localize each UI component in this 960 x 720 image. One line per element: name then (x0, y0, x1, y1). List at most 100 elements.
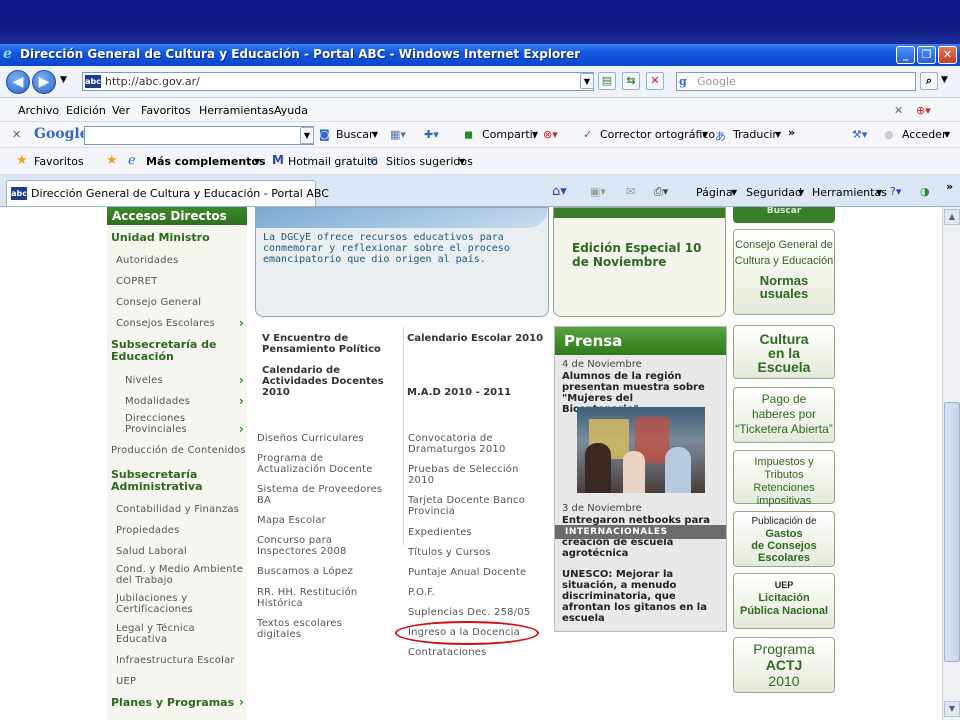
menu-herramientas[interactable]: Herramientas (199, 104, 274, 117)
home-icon[interactable]: ⌂▾ (552, 184, 567, 199)
search-options-icon[interactable]: ▼ (941, 75, 948, 85)
close-toolbar-icon[interactable]: ✕ (12, 128, 21, 141)
minimize-button[interactable]: _ (896, 46, 915, 64)
link-pof[interactable]: P.O.F. (408, 587, 548, 598)
nav-consejo-general[interactable]: Consejo General (116, 297, 247, 308)
pagina-dropdown-icon[interactable]: ▼ (731, 188, 737, 197)
favoritos-button[interactable]: Favoritos (34, 155, 84, 168)
programa-actj-button[interactable]: Programa ACTJ 2010 (733, 637, 835, 693)
ie-addon-icon[interactable]: ⊕▾ (916, 104, 931, 117)
link-rrhh[interactable]: RR. HH. Restitución Histórica (257, 587, 377, 609)
scroll-down-icon[interactable]: ▼ (944, 701, 960, 717)
link-disenos[interactable]: Diseños Curriculares (257, 433, 397, 444)
google-input-dropdown-icon[interactable]: ▼ (300, 127, 314, 144)
menu-ayuda[interactable]: Ayuda (274, 104, 308, 117)
search-go-icon[interactable]: ⌕ (920, 72, 938, 90)
nav-autoridades[interactable]: Autoridades (116, 255, 247, 266)
bicentenario-box[interactable]: Edición Especial 10 de Noviembre (553, 207, 726, 317)
nav-subsec-admin[interactable]: Subsecretaría Administrativa (111, 469, 247, 493)
corrector-button[interactable]: Corrector ortográfico (600, 128, 715, 141)
tab-portal-abc[interactable]: abc Dirección General de Cultura y Educa… (6, 180, 329, 206)
add-favorite-icon[interactable]: ★ (106, 153, 118, 168)
link-tarjeta[interactable]: Tarjeta Docente Banco Provincia (408, 495, 538, 517)
news-link[interactable]: UNESCO: Mejorar la situación, a menudo d… (562, 569, 727, 624)
link-mad[interactable]: M.A.D 2010 - 2011 (407, 387, 547, 398)
stop-icon[interactable]: ✕ (646, 72, 664, 90)
seguridad-menu[interactable]: Seguridad (746, 186, 802, 199)
buscar-button[interactable]: Buscar (336, 128, 374, 141)
scroll-thumb[interactable] (944, 402, 960, 662)
bicentenario-banner[interactable]: La DGCyE ofrece recursos educativos para… (255, 207, 549, 317)
nav-subsec-educacion[interactable]: Subsecretaría de Educación (111, 339, 247, 363)
acceder-button[interactable]: Acceder (902, 128, 946, 141)
popup-blocker-icon[interactable]: ⊗▾ (543, 128, 558, 141)
news-photo[interactable] (577, 407, 705, 493)
link-concurso[interactable]: Concurso para Inspectores 2008 (257, 535, 367, 557)
link-calendario-actividades[interactable]: Calendario de Actividades Docentes 2010 (262, 365, 392, 398)
nav-consejos-escolares[interactable]: Consejos Escolares › (116, 317, 247, 329)
menu-ver[interactable]: Ver (112, 104, 130, 117)
link-textos[interactable]: Textos escolares digitales (257, 618, 367, 640)
nav-produccion[interactable]: Producción de Contenidos (111, 445, 247, 456)
hotmail-link[interactable]: Hotmail gratuito (288, 155, 378, 168)
nav-salud[interactable]: Salud Laboral (116, 546, 247, 557)
nav-infraestructura[interactable]: Infraestructura Escolar (116, 655, 247, 666)
traducir-button[interactable]: Traducir (733, 128, 777, 141)
link-contrataciones[interactable]: Contrataciones (408, 647, 548, 658)
link-expedientes[interactable]: Expedientes (408, 527, 548, 538)
link-titulos[interactable]: Títulos y Cursos (408, 547, 548, 558)
impuestos-button[interactable]: Impuestos y Tributos Retenciones imposit… (733, 450, 835, 507)
seguridad-dropdown-icon[interactable]: ▼ (798, 188, 804, 197)
maximize-button[interactable]: ❐ (917, 46, 936, 64)
link-suplencias[interactable]: Suplencias Dec. 258/05 (408, 607, 548, 618)
command-more-icon[interactable]: » (946, 180, 953, 193)
close-bar-icon[interactable]: ✕ (894, 104, 903, 117)
menu-edicion[interactable]: Edición (66, 104, 106, 117)
url-dropdown-icon[interactable]: ▼ (580, 73, 594, 89)
nav-copret[interactable]: COPRET (116, 276, 247, 287)
herramientas-dropdown-icon[interactable]: ▼ (876, 188, 882, 197)
sitios-dropdown-icon[interactable]: ▼ (459, 157, 465, 166)
back-button[interactable]: ◀ (6, 70, 30, 94)
licitacion-button[interactable]: UEP Licitación Pública Nacional (733, 573, 835, 629)
menu-archivo[interactable]: Archivo (18, 104, 59, 117)
link-pruebas[interactable]: Pruebas de Selección 2010 (408, 464, 528, 486)
acceder-dropdown-icon[interactable]: ▼ (944, 130, 950, 139)
compartir-dropdown-icon[interactable]: ▼ (532, 130, 538, 139)
nav-contabilidad[interactable]: Contabilidad y Finanzas (116, 504, 247, 515)
scroll-up-icon[interactable]: ▲ (944, 209, 960, 225)
corrector-dropdown-icon[interactable]: ▼ (702, 130, 708, 139)
page-icon[interactable]: ▦▾ (390, 128, 406, 141)
link-calendario-escolar[interactable]: Calendario Escolar 2010 (407, 333, 547, 344)
complementos-dropdown-icon[interactable]: ▼ (254, 157, 260, 166)
search-input[interactable]: g Google (676, 72, 916, 91)
refresh-icon[interactable]: ⇆ (622, 72, 640, 90)
nav-legal[interactable]: Legal y Técnica Educativa (116, 623, 206, 645)
link-programa[interactable]: Programa de Actualización Docente (257, 453, 377, 475)
nav-niveles[interactable]: Niveles › (125, 374, 247, 386)
vertical-scrollbar[interactable]: ▲ ▼ (942, 207, 960, 720)
link-puntaje[interactable]: Puntaje Anual Docente (408, 567, 548, 578)
menu-favoritos[interactable]: Favoritos (141, 104, 191, 117)
wrench-icon[interactable]: ⚒▾ (852, 128, 867, 141)
nav-modalidades[interactable]: Modalidades › (125, 395, 247, 407)
compartir-button[interactable]: Compartir (482, 128, 537, 141)
print-icon[interactable]: ⎙▾ (654, 185, 668, 199)
research-icon[interactable]: ◑ (920, 185, 930, 198)
nav-jubilaciones[interactable]: Jubilaciones y Certificaciones (116, 593, 206, 615)
link-lopez[interactable]: Buscamos a López (257, 566, 397, 577)
buscar-right-button[interactable]: Buscar (733, 207, 835, 223)
feeds-icon[interactable]: ▣▾ (590, 185, 606, 198)
traducir-dropdown-icon[interactable]: ▼ (775, 130, 781, 139)
plus-icon[interactable]: ✚▾ (424, 128, 439, 141)
help-icon[interactable]: ?▾ (890, 185, 901, 198)
history-dropdown-icon[interactable]: ▼ (60, 75, 67, 85)
link-dramaturgos[interactable]: Convocatoria de Dramaturgos 2010 (408, 433, 518, 455)
forward-button[interactable]: ▶ (32, 70, 56, 94)
nav-unidad-ministro[interactable]: Unidad Ministro (111, 232, 247, 244)
link-mapa[interactable]: Mapa Escolar (257, 515, 397, 526)
google-toolbar-input[interactable] (84, 126, 314, 145)
nav-propiedades[interactable]: Propiedades (116, 525, 247, 536)
nav-cond-medio[interactable]: Cond. y Medio Ambiente del Trabajo (116, 564, 247, 586)
nav-uep[interactable]: UEP (116, 676, 247, 687)
